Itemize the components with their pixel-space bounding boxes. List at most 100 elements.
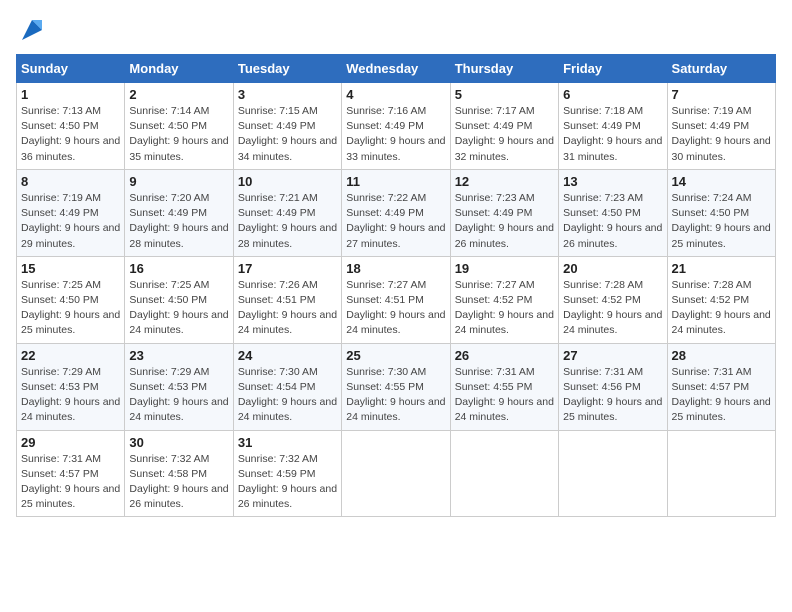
calendar-day-5: 5 Sunrise: 7:17 AMSunset: 4:49 PMDayligh… [450, 83, 558, 170]
day-info: Sunrise: 7:24 AMSunset: 4:50 PMDaylight:… [672, 192, 771, 250]
calendar-day-17: 17 Sunrise: 7:26 AMSunset: 4:51 PMDaylig… [233, 256, 341, 343]
day-info: Sunrise: 7:13 AMSunset: 4:50 PMDaylight:… [21, 105, 120, 163]
calendar-day-28: 28 Sunrise: 7:31 AMSunset: 4:57 PMDaylig… [667, 343, 775, 430]
day-number: 18 [346, 261, 445, 276]
calendar-day-18: 18 Sunrise: 7:27 AMSunset: 4:51 PMDaylig… [342, 256, 450, 343]
calendar-day-1: 1 Sunrise: 7:13 AMSunset: 4:50 PMDayligh… [17, 83, 125, 170]
calendar-day-13: 13 Sunrise: 7:23 AMSunset: 4:50 PMDaylig… [559, 169, 667, 256]
logo-icon [18, 16, 46, 44]
day-info: Sunrise: 7:31 AMSunset: 4:55 PMDaylight:… [455, 366, 554, 424]
calendar-day-25: 25 Sunrise: 7:30 AMSunset: 4:55 PMDaylig… [342, 343, 450, 430]
empty-cell [450, 430, 558, 517]
calendar-day-7: 7 Sunrise: 7:19 AMSunset: 4:49 PMDayligh… [667, 83, 775, 170]
day-number: 3 [238, 87, 337, 102]
day-info: Sunrise: 7:25 AMSunset: 4:50 PMDaylight:… [21, 279, 120, 337]
day-info: Sunrise: 7:30 AMSunset: 4:54 PMDaylight:… [238, 366, 337, 424]
calendar-week-3: 15 Sunrise: 7:25 AMSunset: 4:50 PMDaylig… [17, 256, 776, 343]
calendar-week-1: 1 Sunrise: 7:13 AMSunset: 4:50 PMDayligh… [17, 83, 776, 170]
day-number: 27 [563, 348, 662, 363]
day-info: Sunrise: 7:23 AMSunset: 4:50 PMDaylight:… [563, 192, 662, 250]
day-number: 30 [129, 435, 228, 450]
day-number: 1 [21, 87, 120, 102]
day-number: 10 [238, 174, 337, 189]
day-number: 11 [346, 174, 445, 189]
calendar-day-9: 9 Sunrise: 7:20 AMSunset: 4:49 PMDayligh… [125, 169, 233, 256]
day-info: Sunrise: 7:19 AMSunset: 4:49 PMDaylight:… [672, 105, 771, 163]
day-number: 12 [455, 174, 554, 189]
calendar-day-6: 6 Sunrise: 7:18 AMSunset: 4:49 PMDayligh… [559, 83, 667, 170]
weekday-header-wednesday: Wednesday [342, 55, 450, 83]
day-number: 26 [455, 348, 554, 363]
calendar-week-2: 8 Sunrise: 7:19 AMSunset: 4:49 PMDayligh… [17, 169, 776, 256]
calendar-day-27: 27 Sunrise: 7:31 AMSunset: 4:56 PMDaylig… [559, 343, 667, 430]
day-number: 21 [672, 261, 771, 276]
day-number: 5 [455, 87, 554, 102]
day-number: 2 [129, 87, 228, 102]
calendar-day-11: 11 Sunrise: 7:22 AMSunset: 4:49 PMDaylig… [342, 169, 450, 256]
day-number: 28 [672, 348, 771, 363]
calendar-day-23: 23 Sunrise: 7:29 AMSunset: 4:53 PMDaylig… [125, 343, 233, 430]
day-info: Sunrise: 7:19 AMSunset: 4:49 PMDaylight:… [21, 192, 120, 250]
day-info: Sunrise: 7:31 AMSunset: 4:56 PMDaylight:… [563, 366, 662, 424]
page-header [16, 16, 776, 44]
calendar-day-22: 22 Sunrise: 7:29 AMSunset: 4:53 PMDaylig… [17, 343, 125, 430]
day-number: 16 [129, 261, 228, 276]
weekday-header-monday: Monday [125, 55, 233, 83]
day-number: 22 [21, 348, 120, 363]
day-info: Sunrise: 7:32 AMSunset: 4:59 PMDaylight:… [238, 453, 337, 511]
calendar-day-4: 4 Sunrise: 7:16 AMSunset: 4:49 PMDayligh… [342, 83, 450, 170]
day-info: Sunrise: 7:29 AMSunset: 4:53 PMDaylight:… [129, 366, 228, 424]
day-info: Sunrise: 7:21 AMSunset: 4:49 PMDaylight:… [238, 192, 337, 250]
calendar-day-16: 16 Sunrise: 7:25 AMSunset: 4:50 PMDaylig… [125, 256, 233, 343]
day-info: Sunrise: 7:14 AMSunset: 4:50 PMDaylight:… [129, 105, 228, 163]
day-info: Sunrise: 7:25 AMSunset: 4:50 PMDaylight:… [129, 279, 228, 337]
day-info: Sunrise: 7:30 AMSunset: 4:55 PMDaylight:… [346, 366, 445, 424]
calendar-day-3: 3 Sunrise: 7:15 AMSunset: 4:49 PMDayligh… [233, 83, 341, 170]
weekday-header-thursday: Thursday [450, 55, 558, 83]
weekday-header-tuesday: Tuesday [233, 55, 341, 83]
day-info: Sunrise: 7:31 AMSunset: 4:57 PMDaylight:… [672, 366, 771, 424]
weekday-header-saturday: Saturday [667, 55, 775, 83]
calendar-week-5: 29 Sunrise: 7:31 AMSunset: 4:57 PMDaylig… [17, 430, 776, 517]
day-number: 13 [563, 174, 662, 189]
weekday-header-friday: Friday [559, 55, 667, 83]
day-info: Sunrise: 7:18 AMSunset: 4:49 PMDaylight:… [563, 105, 662, 163]
day-info: Sunrise: 7:27 AMSunset: 4:52 PMDaylight:… [455, 279, 554, 337]
empty-cell [559, 430, 667, 517]
day-info: Sunrise: 7:20 AMSunset: 4:49 PMDaylight:… [129, 192, 228, 250]
logo [16, 16, 46, 44]
day-number: 17 [238, 261, 337, 276]
calendar-day-30: 30 Sunrise: 7:32 AMSunset: 4:58 PMDaylig… [125, 430, 233, 517]
day-number: 23 [129, 348, 228, 363]
day-info: Sunrise: 7:28 AMSunset: 4:52 PMDaylight:… [563, 279, 662, 337]
day-number: 8 [21, 174, 120, 189]
calendar-table: SundayMondayTuesdayWednesdayThursdayFrid… [16, 54, 776, 517]
calendar-day-29: 29 Sunrise: 7:31 AMSunset: 4:57 PMDaylig… [17, 430, 125, 517]
calendar-day-12: 12 Sunrise: 7:23 AMSunset: 4:49 PMDaylig… [450, 169, 558, 256]
calendar-day-21: 21 Sunrise: 7:28 AMSunset: 4:52 PMDaylig… [667, 256, 775, 343]
calendar-day-20: 20 Sunrise: 7:28 AMSunset: 4:52 PMDaylig… [559, 256, 667, 343]
day-number: 29 [21, 435, 120, 450]
calendar-day-10: 10 Sunrise: 7:21 AMSunset: 4:49 PMDaylig… [233, 169, 341, 256]
calendar-day-8: 8 Sunrise: 7:19 AMSunset: 4:49 PMDayligh… [17, 169, 125, 256]
day-number: 14 [672, 174, 771, 189]
day-info: Sunrise: 7:28 AMSunset: 4:52 PMDaylight:… [672, 279, 771, 337]
day-info: Sunrise: 7:16 AMSunset: 4:49 PMDaylight:… [346, 105, 445, 163]
day-info: Sunrise: 7:26 AMSunset: 4:51 PMDaylight:… [238, 279, 337, 337]
empty-cell [342, 430, 450, 517]
day-number: 20 [563, 261, 662, 276]
calendar-day-31: 31 Sunrise: 7:32 AMSunset: 4:59 PMDaylig… [233, 430, 341, 517]
day-number: 7 [672, 87, 771, 102]
day-info: Sunrise: 7:31 AMSunset: 4:57 PMDaylight:… [21, 453, 120, 511]
calendar-day-24: 24 Sunrise: 7:30 AMSunset: 4:54 PMDaylig… [233, 343, 341, 430]
calendar-day-26: 26 Sunrise: 7:31 AMSunset: 4:55 PMDaylig… [450, 343, 558, 430]
day-info: Sunrise: 7:32 AMSunset: 4:58 PMDaylight:… [129, 453, 228, 511]
day-info: Sunrise: 7:27 AMSunset: 4:51 PMDaylight:… [346, 279, 445, 337]
day-number: 19 [455, 261, 554, 276]
empty-cell [667, 430, 775, 517]
day-info: Sunrise: 7:23 AMSunset: 4:49 PMDaylight:… [455, 192, 554, 250]
calendar-day-2: 2 Sunrise: 7:14 AMSunset: 4:50 PMDayligh… [125, 83, 233, 170]
day-number: 25 [346, 348, 445, 363]
day-number: 9 [129, 174, 228, 189]
day-info: Sunrise: 7:15 AMSunset: 4:49 PMDaylight:… [238, 105, 337, 163]
